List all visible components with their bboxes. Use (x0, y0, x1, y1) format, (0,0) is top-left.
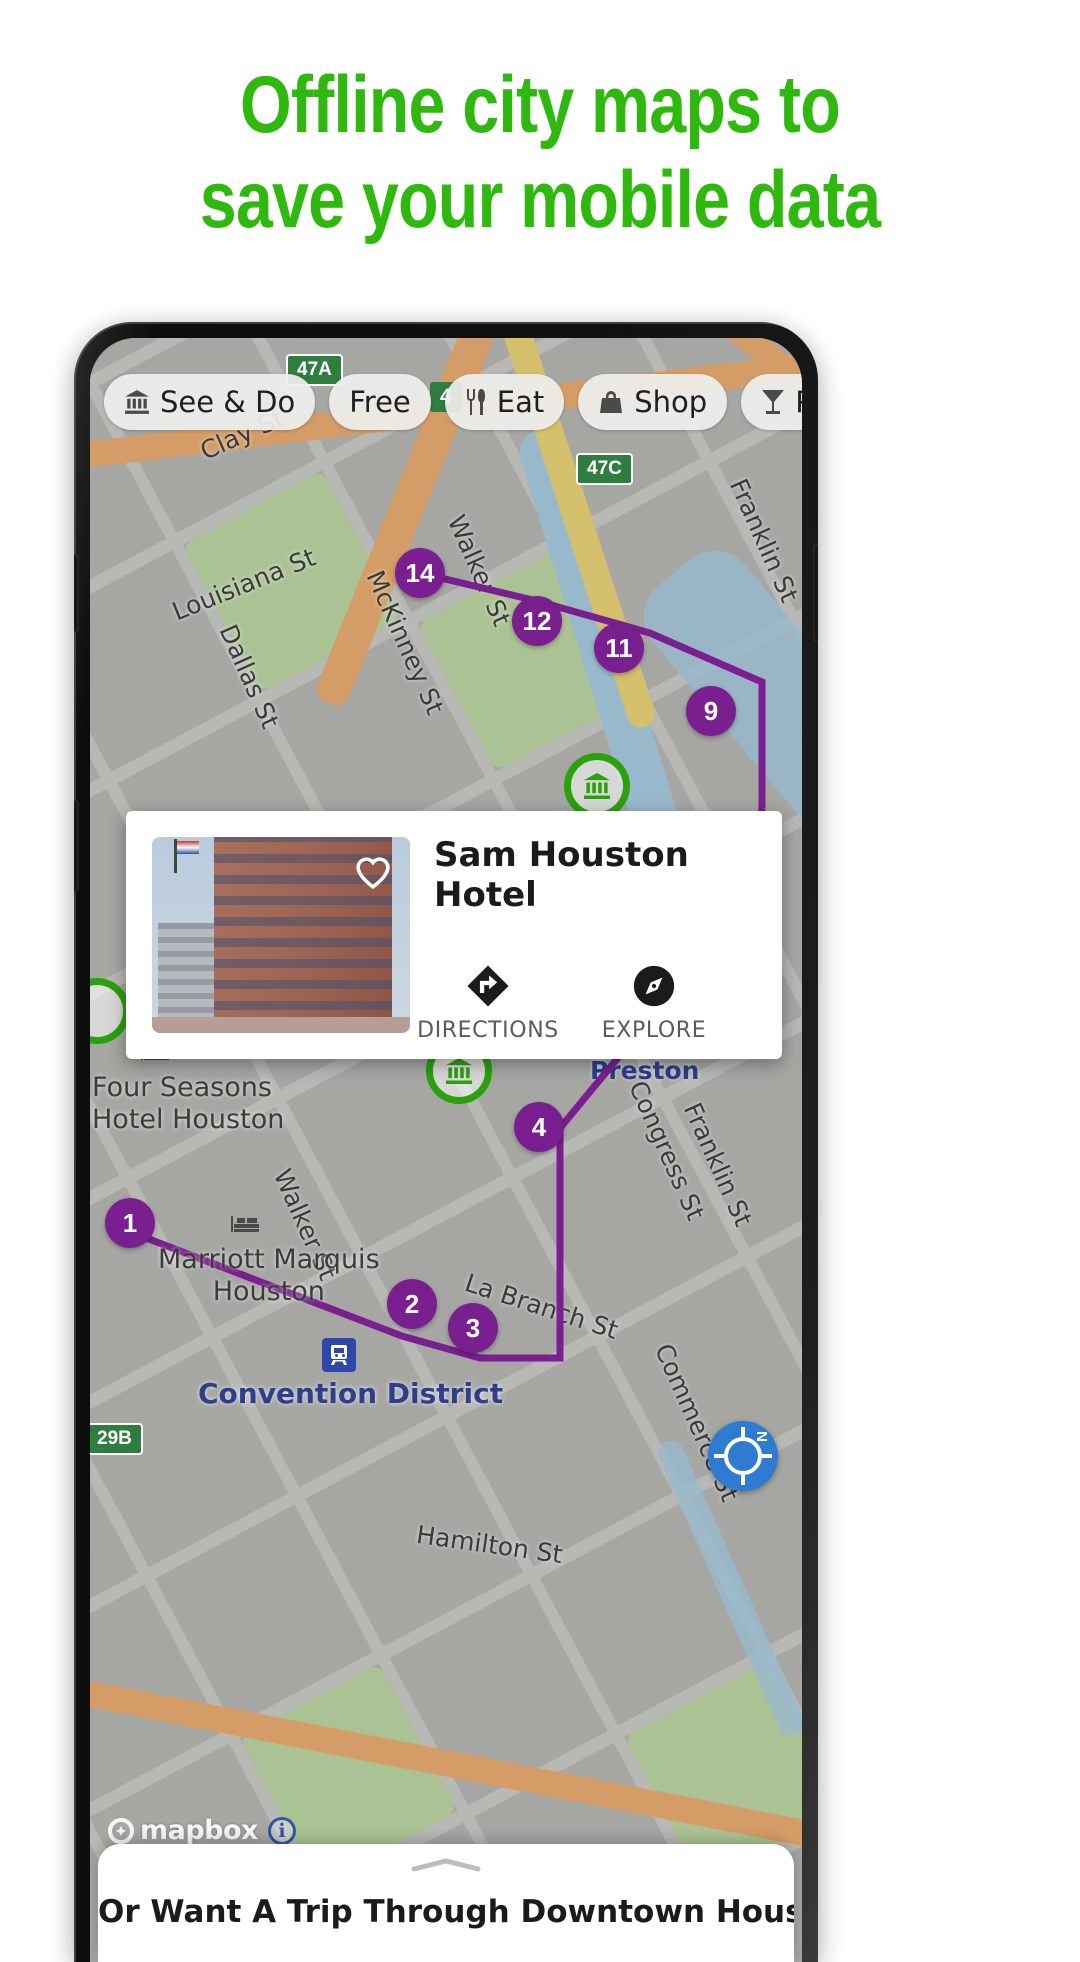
route-waypoint-14[interactable]: 14 (395, 548, 445, 598)
bottom-sheet-title: Or Want A Trip Through Downtown Houston (98, 1894, 794, 1930)
mapbox-logo[interactable]: mapbox (108, 1815, 258, 1846)
compass-tick-n (741, 1427, 745, 1437)
explore-button[interactable]: EXPLORE (594, 962, 714, 1043)
filter-chips-bar[interactable]: See & Do Free Eat Shop (90, 372, 802, 432)
action-label: EXPLORE (601, 1018, 707, 1043)
chip-label: Eat (496, 385, 545, 419)
phone-screen: Clay St Louisiana St Dallas St McKinney … (90, 338, 802, 1962)
cocktail-icon (761, 389, 785, 415)
place-card-body: Sam Houston Hotel DIRECTIONS EXPLORE (410, 811, 782, 1059)
handbag-icon (598, 390, 624, 414)
museum-icon (124, 390, 150, 414)
map-canvas[interactable]: Clay St Louisiana St Dallas St McKinney … (90, 338, 802, 1962)
chip-label: Shop (634, 385, 708, 419)
chip-eat[interactable]: Eat (444, 374, 565, 430)
page-headline: Offline city maps to save your mobile da… (97, 58, 983, 248)
rail-station-icon (322, 1338, 356, 1372)
place-title: Sam Houston Hotel (434, 835, 689, 915)
map-compass-button[interactable]: N (708, 1421, 778, 1491)
route-waypoint-12[interactable]: 12 (512, 596, 562, 646)
thumb-flag (174, 839, 199, 873)
phone-volume-down-button (74, 800, 79, 892)
compass-tick-w (714, 1454, 724, 1458)
route-waypoint-11[interactable]: 11 (594, 623, 644, 673)
compass-tick-s (741, 1475, 745, 1485)
poi-label-four-seasons: Four Seasons Hotel Houston (92, 1072, 285, 1135)
headline-line-1: Offline city maps to (240, 60, 841, 150)
map-info-icon[interactable]: i (267, 1816, 296, 1845)
headline-line-2: save your mobile data (199, 155, 881, 245)
action-label: DIRECTIONS (417, 1018, 559, 1043)
chip-see-and-do[interactable]: See & Do (104, 374, 316, 430)
directions-button[interactable]: DIRECTIONS (417, 962, 558, 1043)
generic-poi-icon (90, 978, 130, 1044)
bottom-sheet[interactable]: Or Want A Trip Through Downtown Houston (98, 1844, 794, 1962)
phone-power-button (813, 544, 818, 642)
compass-north-label: N (753, 1431, 771, 1442)
chip-label: Party (795, 385, 802, 419)
route-waypoint-4[interactable]: 4 (514, 1102, 564, 1152)
compass-icon (632, 962, 676, 1010)
route-waypoint-1[interactable]: 1 (105, 1198, 155, 1248)
place-info-card[interactable]: Sam Houston Hotel DIRECTIONS EXPLORE (126, 811, 782, 1059)
chip-free[interactable]: Free (329, 374, 431, 430)
museum-icon (564, 753, 630, 819)
mapbox-wordmark: mapbox (140, 1815, 258, 1846)
thumb-street (152, 1017, 410, 1033)
poi-pin-left-edge[interactable] (90, 978, 130, 1067)
chip-party[interactable]: Party (741, 374, 802, 430)
turn-right-diamond-icon (466, 962, 510, 1010)
chevron-up-icon[interactable] (411, 1858, 481, 1872)
map-attribution[interactable]: mapbox i (108, 1815, 296, 1846)
favorite-heart-icon[interactable] (352, 851, 394, 893)
place-thumbnail[interactable] (152, 837, 410, 1033)
compass-tick-e (762, 1454, 772, 1458)
phone-mockup: Clay St Louisiana St Dallas St McKinney … (74, 322, 818, 1962)
chip-label: See & Do (160, 385, 296, 419)
route-waypoint-3[interactable]: 3 (448, 1303, 498, 1353)
phone-volume-up-button (74, 554, 79, 632)
poi-label-marriott: Marriott Marquis Houston (158, 1244, 380, 1307)
restaurant-icon (465, 389, 487, 415)
poi-label-convention-district: Convention District (198, 1377, 504, 1410)
bed-icon-marriott (230, 1210, 260, 1241)
chip-label: Free (349, 385, 411, 419)
route-waypoint-2[interactable]: 2 (387, 1279, 437, 1329)
compass-ring (724, 1437, 762, 1475)
place-card-actions[interactable]: DIRECTIONS EXPLORE (417, 962, 714, 1043)
route-waypoint-9[interactable]: 9 (686, 686, 736, 736)
mapbox-mark-icon (108, 1817, 134, 1844)
chip-shop[interactable]: Shop (578, 374, 728, 430)
